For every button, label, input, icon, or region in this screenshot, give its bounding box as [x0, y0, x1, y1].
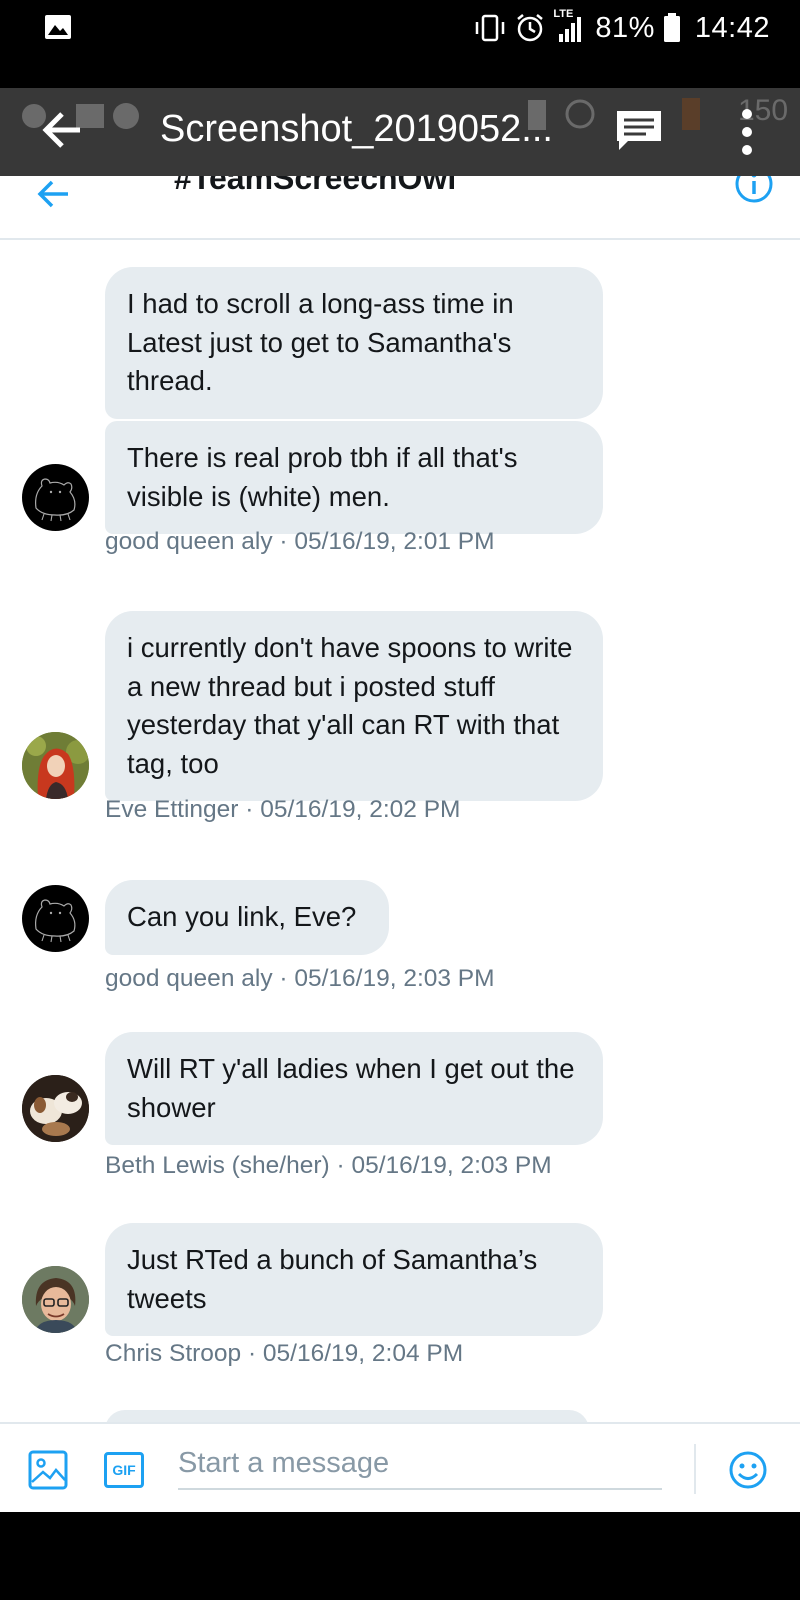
conversation-title: #TeamScreechOwl — [174, 176, 457, 196]
composer-divider — [694, 1444, 696, 1494]
cartoon-avatar[interactable] — [22, 1266, 89, 1333]
message-meta: Eve Ettinger · 05/16/19, 2:02 PM — [105, 796, 461, 823]
message-input[interactable] — [178, 1438, 662, 1490]
message-bubble[interactable]: Just RTed a bunch of Samantha’s tweets — [105, 1223, 603, 1336]
battery-icon — [663, 13, 680, 42]
info-icon[interactable] — [734, 176, 774, 204]
message-meta: Beth Lewis (she/her) · 05/16/19, 2:03 PM — [105, 1152, 552, 1179]
system-nav-bar — [0, 1512, 800, 1600]
message-meta: Chris Stroop · 05/16/19, 2:04 PM — [105, 1340, 464, 1367]
message-list[interactable]: I had to scroll a long-ass time in Lates… — [0, 240, 800, 1422]
dogs-avatar[interactable] — [22, 1075, 89, 1142]
vibrate-icon — [476, 14, 505, 42]
gif-button[interactable]: GIF — [104, 1452, 144, 1488]
emoji-icon[interactable] — [728, 1450, 768, 1490]
message-meta: good queen aly · 05/16/19, 2:01 PM — [105, 528, 495, 555]
conversation-header: #TeamScreechOwl — [0, 176, 800, 240]
image-icon[interactable] — [28, 1450, 68, 1490]
message-composer: GIF — [0, 1422, 800, 1512]
alarm-icon — [517, 14, 544, 42]
message-bubble[interactable]: i currently don't have spoons to write a… — [105, 611, 603, 801]
battery-percent: 81% — [595, 11, 655, 44]
status-bar: LTE 81% 14:42 — [0, 0, 800, 88]
back-arrow-icon[interactable] — [36, 178, 72, 210]
gif-label: GIF — [112, 1462, 136, 1478]
gallery-notification-icon — [45, 15, 71, 39]
bear-avatar[interactable] — [22, 464, 89, 531]
message-bubble[interactable]: Can you link, Eve? — [105, 880, 389, 955]
viewer-title: Screenshot_2019052... — [160, 108, 553, 150]
redhead-avatar[interactable] — [22, 732, 89, 799]
message-bubble[interactable]: There is real prob tbh if all that's vis… — [105, 421, 603, 534]
signal-icon: LTE — [553, 8, 587, 44]
message-meta: good queen aly · 05/16/19, 2:03 PM — [105, 965, 495, 992]
clock: 14:42 — [694, 11, 770, 44]
comment-icon[interactable] — [614, 108, 664, 154]
status-icons: LTE 81% 14:42 — [473, 8, 770, 48]
viewer-back-icon[interactable] — [38, 106, 86, 154]
message-bubble-partial[interactable] — [105, 1410, 589, 1422]
bear-avatar[interactable] — [22, 885, 89, 952]
image-viewer-toolbar: 150 Screenshot_2019052... — [0, 88, 800, 176]
more-options-icon[interactable] — [732, 104, 762, 160]
message-bubble[interactable]: I had to scroll a long-ass time in Lates… — [105, 267, 603, 419]
message-bubble[interactable]: Will RT y'all ladies when I get out the … — [105, 1032, 603, 1145]
